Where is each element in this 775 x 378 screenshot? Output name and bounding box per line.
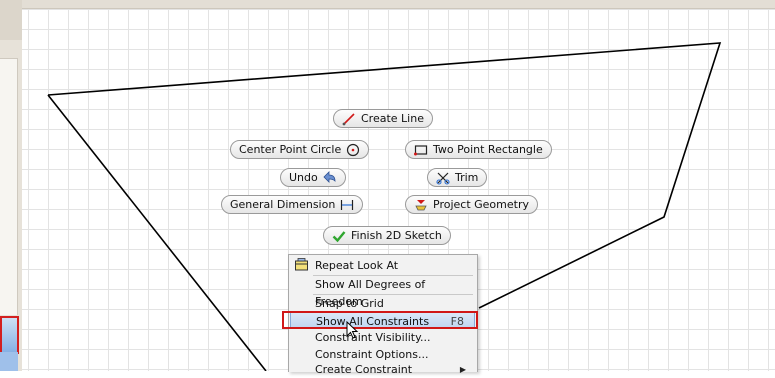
trim-icon [436,171,450,185]
left-panel-header [0,0,22,40]
undo-label: Undo [289,171,318,184]
project-geometry-button[interactable]: Project Geometry [405,195,538,214]
trim-label: Trim [455,171,479,184]
project-geometry-label: Project Geometry [433,198,529,211]
create-line-button[interactable]: Create Line [333,109,433,128]
two-point-rectangle-label: Two Point Rectangle [433,143,543,156]
look-at-icon [294,258,309,277]
center-point-circle-label: Center Point Circle [239,143,342,156]
general-dimension-button[interactable]: General Dimension [221,195,364,214]
undo-button[interactable]: Undo [280,168,346,187]
checkmark-icon [332,229,346,243]
undo-icon [323,170,337,185]
center-point-circle-button[interactable]: Center Point Circle [230,140,370,159]
browser-selected-item[interactable] [0,316,19,354]
mouse-cursor-icon [346,321,359,339]
two-point-rectangle-button[interactable]: Two Point Rectangle [405,140,552,159]
menu-item-show-all-dof[interactable]: Show All Degrees of Freedom [290,276,475,308]
top-toolbar-strip [22,0,775,9]
circle-icon [346,143,360,157]
trim-button[interactable]: Trim [427,168,488,187]
dimension-icon [340,198,354,212]
create-line-label: Create Line [361,112,424,125]
menu-item-repeat-look-at[interactable]: Repeat Look At [290,257,475,274]
left-panel-strip [0,0,22,371]
sketch-line-left[interactable] [47,94,267,371]
model-browser-panel[interactable] [0,58,18,315]
annotation-highlight-box [282,311,478,329]
browser-highlight-item[interactable] [0,352,18,371]
finish-2d-sketch-button[interactable]: Finish 2D Sketch [323,226,451,245]
project-geometry-icon [414,198,428,212]
menu-item-label: Create Constraint [315,363,413,376]
menu-item-label: Repeat Look At [315,259,399,272]
menu-item-label: Snap to Grid [315,297,384,310]
general-dimension-label: General Dimension [230,198,336,211]
finish-2d-sketch-label: Finish 2D Sketch [351,229,442,242]
menu-item-label: Constraint Visibility... [315,331,431,344]
submenu-arrow-icon: ▶ [459,365,466,374]
line-icon [342,112,356,126]
menu-item-create-constraint[interactable]: Create Constraint ▶ [290,361,475,378]
menu-item-snap-to-grid[interactable]: Snap to Grid [290,295,475,312]
menu-item-constraint-visibility[interactable]: Constraint Visibility... [290,329,475,346]
rectangle-icon [414,143,428,157]
